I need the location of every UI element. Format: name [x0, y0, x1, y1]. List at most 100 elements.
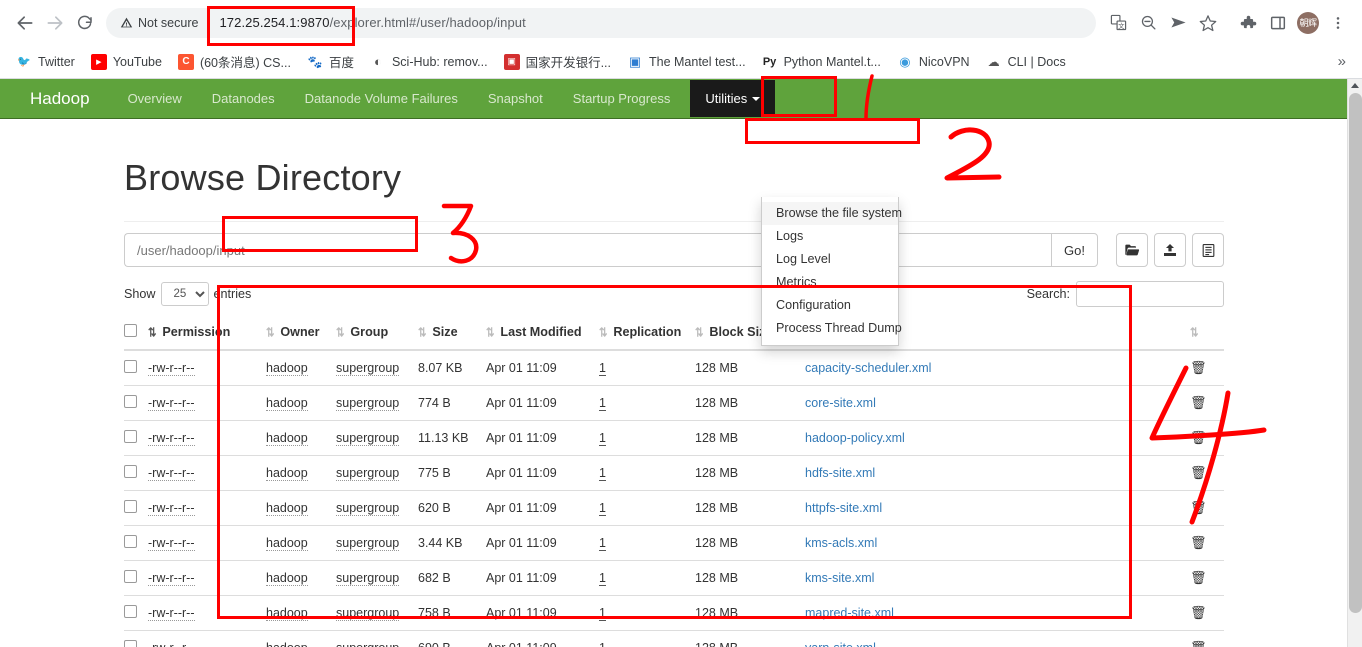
upload-icon[interactable]: [1154, 233, 1186, 267]
trash-icon[interactable]: 🗑: [1190, 465, 1207, 480]
group-value[interactable]: supergroup: [336, 536, 400, 551]
permission-value[interactable]: -rw-r--r--: [148, 571, 195, 586]
replication-value[interactable]: 1: [599, 466, 606, 481]
group-value[interactable]: supergroup: [336, 361, 400, 376]
row-checkbox[interactable]: [124, 570, 137, 583]
replication-value[interactable]: 1: [599, 501, 606, 516]
nav-link-snapshot[interactable]: Snapshot: [473, 81, 558, 116]
row-checkbox-cell[interactable]: [124, 385, 148, 421]
row-checkbox[interactable]: [124, 360, 137, 373]
row-checkbox[interactable]: [124, 605, 137, 618]
file-name-link[interactable]: core-site.xml: [805, 396, 876, 410]
row-checkbox[interactable]: [124, 535, 137, 548]
nav-link-datanodes[interactable]: Datanodes: [197, 81, 290, 116]
navbar-brand[interactable]: Hadoop: [15, 89, 105, 109]
menu-item-logs[interactable]: Logs: [762, 225, 898, 248]
trash-icon[interactable]: 🗑: [1190, 605, 1207, 620]
group-value[interactable]: supergroup: [336, 396, 400, 411]
file-name-link[interactable]: hdfs-site.xml: [805, 466, 875, 480]
replication-value[interactable]: 1: [599, 396, 606, 411]
permission-value[interactable]: -rw-r--r--: [148, 501, 195, 516]
replication-value[interactable]: 1: [599, 571, 606, 586]
replication-value[interactable]: 1: [599, 641, 606, 647]
file-name-link[interactable]: hadoop-policy.xml: [805, 431, 905, 445]
column-header-group[interactable]: ⇅ Group: [336, 315, 418, 351]
menu-item-process-thread-dump[interactable]: Process Thread Dump: [762, 317, 902, 340]
go-button[interactable]: Go!: [1051, 233, 1098, 267]
menu-item-browse-the-file-system[interactable]: Browse the file system: [762, 202, 902, 225]
permission-value[interactable]: -rw-r--r--: [148, 466, 195, 481]
group-value[interactable]: supergroup: [336, 431, 400, 446]
permission-value[interactable]: -rw-r--r--: [148, 536, 195, 551]
file-name-link[interactable]: yarn-site.xml: [805, 641, 876, 647]
replication-value[interactable]: 1: [599, 361, 606, 376]
list-icon[interactable]: [1192, 233, 1224, 267]
translate-icon[interactable]: 文: [1104, 9, 1132, 37]
permission-value[interactable]: -rw-r--r--: [148, 641, 195, 647]
bookmark-item[interactable]: ◐ Sci-Hub: remov...: [362, 50, 496, 74]
profile-avatar[interactable]: 朝辉: [1294, 9, 1322, 37]
file-name-link[interactable]: kms-acls.xml: [805, 536, 877, 550]
row-checkbox-cell[interactable]: [124, 455, 148, 491]
nav-link-startup-progress[interactable]: Startup Progress: [558, 81, 686, 116]
row-checkbox[interactable]: [124, 395, 137, 408]
row-checkbox-cell[interactable]: [124, 630, 148, 647]
column-header-last-modified[interactable]: ⇅ Last Modified: [486, 315, 599, 351]
group-value[interactable]: supergroup: [336, 501, 400, 516]
owner-value[interactable]: hadoop: [266, 536, 308, 551]
column-header-size[interactable]: ⇅ Size: [418, 315, 486, 351]
row-checkbox-cell[interactable]: [124, 490, 148, 526]
group-value[interactable]: supergroup: [336, 606, 400, 621]
trash-icon[interactable]: 🗑: [1190, 535, 1207, 550]
row-checkbox[interactable]: [124, 500, 137, 513]
menu-item-configuration[interactable]: Configuration: [762, 294, 898, 317]
bookmark-item[interactable]: ▶ YouTube: [83, 50, 170, 74]
trash-icon[interactable]: 🗑: [1190, 570, 1207, 585]
permission-value[interactable]: -rw-r--r--: [148, 606, 195, 621]
address-bar[interactable]: Not secure 172.25.254.1:9870/explorer.ht…: [106, 7, 1096, 38]
bookmark-item[interactable]: ◉ NicoVPN: [889, 50, 978, 74]
file-name-link[interactable]: capacity-scheduler.xml: [805, 361, 931, 375]
back-arrow-icon[interactable]: [10, 8, 40, 38]
file-name-link[interactable]: mapred-site.xml: [805, 606, 894, 620]
bookmark-item[interactable]: 🐦 Twitter: [8, 50, 83, 74]
send-icon[interactable]: [1164, 9, 1192, 37]
forward-arrow-icon[interactable]: [40, 8, 70, 38]
owner-value[interactable]: hadoop: [266, 431, 308, 446]
row-checkbox[interactable]: [124, 640, 137, 647]
row-checkbox-cell[interactable]: [124, 560, 148, 596]
owner-value[interactable]: hadoop: [266, 501, 308, 516]
reload-icon[interactable]: [70, 8, 100, 38]
bookmark-item[interactable]: C (60条消息) CS...: [170, 48, 299, 75]
row-checkbox[interactable]: [124, 430, 137, 443]
row-checkbox-cell[interactable]: [124, 350, 148, 386]
row-checkbox-cell[interactable]: [124, 595, 148, 631]
permission-value[interactable]: -rw-r--r--: [148, 431, 195, 446]
extensions-puzzle-icon[interactable]: [1234, 9, 1262, 37]
bookmark-star-icon[interactable]: [1194, 9, 1222, 37]
replication-value[interactable]: 1: [599, 536, 606, 551]
replication-value[interactable]: 1: [599, 606, 606, 621]
path-input[interactable]: [124, 233, 1052, 267]
scrollbar-thumb[interactable]: [1349, 93, 1362, 613]
bookmarks-overflow-button[interactable]: »: [1330, 49, 1354, 74]
owner-value[interactable]: hadoop: [266, 466, 308, 481]
trash-icon[interactable]: 🗑: [1190, 360, 1207, 375]
nav-utilities-dropdown-toggle[interactable]: Utilities: [690, 80, 776, 117]
column-header-owner[interactable]: ⇅ Owner: [266, 315, 336, 351]
bookmark-item[interactable]: Py Python Mantel.t...: [754, 50, 889, 74]
replication-value[interactable]: 1: [599, 431, 606, 446]
security-status[interactable]: Not secure: [120, 16, 198, 30]
trash-icon[interactable]: 🗑: [1190, 640, 1207, 647]
column-header-select-all[interactable]: [124, 315, 148, 351]
bookmark-item[interactable]: ☁ CLI | Docs: [978, 50, 1074, 74]
file-name-link[interactable]: httpfs-site.xml: [805, 501, 882, 515]
zoom-out-icon[interactable]: [1134, 9, 1162, 37]
group-value[interactable]: supergroup: [336, 466, 400, 481]
chrome-menu-icon[interactable]: [1324, 9, 1352, 37]
side-panel-icon[interactable]: [1264, 9, 1292, 37]
nav-link-datanode-volume-failures[interactable]: Datanode Volume Failures: [290, 81, 473, 116]
page-size-select[interactable]: 25 50 100: [160, 282, 209, 306]
group-value[interactable]: supergroup: [336, 571, 400, 586]
bookmark-item[interactable]: ▣ 国家开发银行...: [496, 48, 619, 75]
